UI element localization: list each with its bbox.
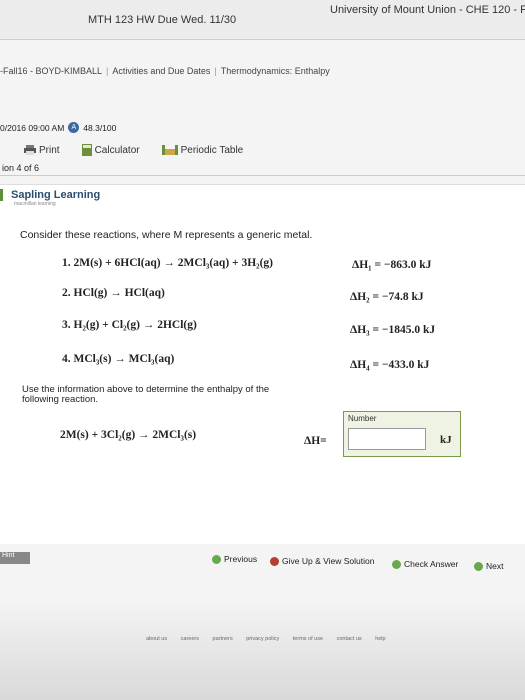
reaction-1: 1. 2M(s) + 6HCl(aq) → 2MCl₃(aq) + 3H₂(g) [62,257,273,269]
answer-unit: kJ [440,434,452,446]
score-icon: A [68,122,80,133]
score: 48.3/100 [83,122,117,133]
reaction-3: 3. H₂(g) + Cl₂(g) → 2HCl(g) [62,319,197,331]
footer-link-privacy[interactable]: privacy policy [246,636,279,642]
brand-title: Sapling Learning [0,189,100,201]
answer-box: Number kJ [343,411,461,457]
give-up-label: Give Up & View Solution [282,556,375,566]
toolbar: Print Calculator Periodic Table [0,140,525,160]
reaction-number: 2. [62,287,71,299]
reaction-number: 3. [62,319,71,331]
breadcrumb-course[interactable]: -Fall16 - BOYD-KIMBALL [0,66,102,76]
footer-link-contact[interactable]: contact us [337,636,362,642]
reaction-3-enthalpy: ΔH₃ = −1845.0 kJ [350,324,436,336]
reaction-equation: HCl(g) → HCl(aq) [73,287,165,299]
footer-link-help[interactable]: help [375,636,385,642]
breadcrumb-current: Thermodynamics: Enthalpy [220,66,330,76]
next-label: Next [486,561,504,571]
check-icon [392,559,401,569]
question-card: Sapling Learning macmillan learning Cons… [0,184,525,544]
give-up-button[interactable]: Give Up & View Solution [270,556,374,566]
answer-label: ΔH= [304,435,327,447]
reaction-number: 1. [62,257,71,269]
footer-link-terms[interactable]: terms of use [293,636,323,642]
print-label: Print [39,144,60,156]
reaction-equation: 2M(s) + 6HCl(aq) → 2MCl₃(aq) + 3H₂(g) [73,257,274,269]
sapling-logo: Sapling Learning macmillan learning [0,189,100,207]
top-bar: MTH 123 HW Due Wed. 11/30 University of … [0,0,525,40]
number-label: Number [348,414,377,423]
printer-icon [24,145,36,155]
university-course: University of Mount Union - CHE 120 - Fa [330,4,525,16]
question-instruction: Use the information above to determine t… [22,384,270,405]
footer-links: about us careers partners privacy policy… [140,636,392,642]
previous-button[interactable]: Previous [212,554,257,564]
breadcrumb-activities[interactable]: Activities and Due Dates [112,66,210,76]
target-reaction: 2M(s) + 3Cl₂(g) → 2MCl₃(s) [60,429,197,441]
give-up-icon [270,556,279,566]
enthalpy-input[interactable] [348,428,426,450]
question-intro: Consider these reactions, where M repres… [20,229,313,241]
print-button[interactable]: Print [24,145,60,156]
periodic-table-icon [161,145,178,155]
previous-arrow-icon [212,554,221,564]
assignment-title: MTH 123 HW Due Wed. 11/30 [88,14,237,26]
reaction-equation: H₂(g) + Cl₂(g) → 2HCl(g) [73,319,197,331]
reaction-2-enthalpy: ΔH₂ = −74.8 kJ [350,291,424,303]
assignment-status: 0/2016 09:00 AM A 48.3/100 [0,122,116,133]
next-arrow-icon [474,561,483,571]
reaction-4: 4. MCl₃(s) → MCl₃(aq) [62,353,174,365]
footer-link-partners[interactable]: partners [213,636,233,642]
reaction-number: 4. [62,353,71,365]
reaction-1-enthalpy: ΔH₁ = −863.0 kJ [352,259,432,271]
reaction-equation: MCl₃(s) → MCl₃(aq) [73,353,175,365]
periodic-table-label: Periodic Table [180,144,244,156]
breadcrumb-separator: | [106,66,109,76]
check-answer-label: Check Answer [404,559,459,569]
due-date: 0/2016 09:00 AM [0,122,65,133]
breadcrumb-separator: | [214,66,217,76]
periodic-table-button[interactable]: Periodic Table [161,144,244,156]
question-counter: ion 4 of 6 [0,160,525,176]
page-background [0,600,525,700]
question-nav: Hint Previous Give Up & View Solution Ch… [0,552,525,582]
calculator-icon [81,144,92,156]
calculator-button[interactable]: Calculator [81,144,140,156]
check-answer-button[interactable]: Check Answer [392,559,458,569]
reaction-4-enthalpy: ΔH₄ = −433.0 kJ [350,359,430,371]
footer-link-about[interactable]: about us [146,636,167,642]
brand-subtitle: macmillan learning [14,201,56,207]
footer-link-careers[interactable]: careers [181,636,199,642]
reaction-2: 2. HCl(g) → HCl(aq) [62,287,165,299]
hint-button[interactable]: Hint [0,552,30,564]
breadcrumb: -Fall16 - BOYD-KIMBALL | Activities and Du… [0,66,330,76]
next-button[interactable]: Next [474,561,503,571]
previous-label: Previous [224,554,258,564]
calculator-label: Calculator [94,144,140,156]
